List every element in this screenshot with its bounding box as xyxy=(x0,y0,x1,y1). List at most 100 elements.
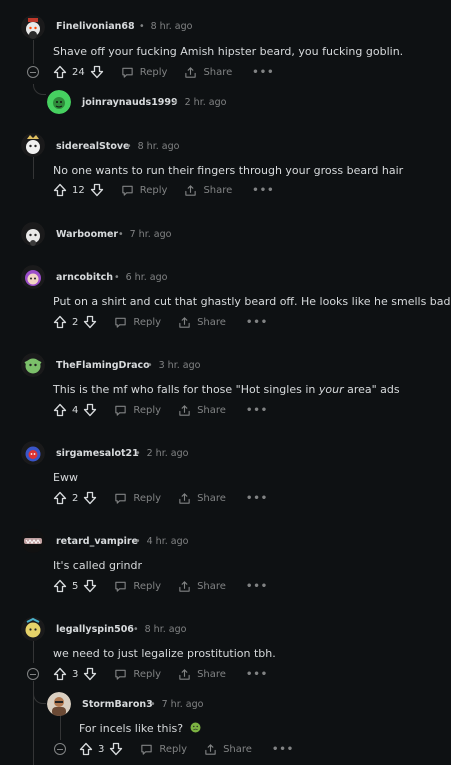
reply-label: Reply xyxy=(139,184,168,196)
avatar[interactable] xyxy=(21,617,45,641)
share-label: Share xyxy=(197,580,226,592)
more-options-button[interactable]: ••• xyxy=(246,405,268,416)
upvote-icon[interactable] xyxy=(53,65,67,79)
nauseated-face-emoji-icon xyxy=(190,722,201,733)
separator: • xyxy=(118,229,124,240)
timestamp[interactable]: 2 hr. ago xyxy=(147,448,189,459)
avatar[interactable] xyxy=(21,133,45,157)
avatar[interactable] xyxy=(21,265,45,289)
downvote-icon[interactable] xyxy=(109,742,123,756)
timestamp[interactable]: 8 hr. ago xyxy=(145,624,187,635)
more-options-button[interactable]: ••• xyxy=(246,669,268,680)
username[interactable]: joinraynauds1999 xyxy=(82,97,178,108)
share-button[interactable]: Share xyxy=(178,668,226,681)
timestamp[interactable]: 3 hr. ago xyxy=(159,360,201,371)
upvote-icon[interactable] xyxy=(53,183,67,197)
avatar[interactable] xyxy=(47,692,71,716)
vote-controls: 12 xyxy=(53,183,104,197)
upvote-icon[interactable] xyxy=(53,491,67,505)
separator: • xyxy=(135,448,141,459)
comment-meta: • 3 hr. ago xyxy=(140,360,200,371)
vote-controls: 4 xyxy=(53,403,97,417)
avatar[interactable] xyxy=(21,441,45,465)
more-options-button[interactable]: ••• xyxy=(246,317,268,328)
reply-button[interactable]: Reply xyxy=(114,404,161,417)
share-button[interactable]: Share xyxy=(204,743,252,756)
comment-actions: 3 Reply Share ••• xyxy=(53,665,268,683)
upvote-icon[interactable] xyxy=(53,403,67,417)
share-button[interactable]: Share xyxy=(178,404,226,417)
share-button[interactable]: Share xyxy=(184,184,232,197)
reply-button[interactable]: Reply xyxy=(114,668,161,681)
username[interactable]: sirgamesalot21 xyxy=(56,448,139,459)
reply-button[interactable]: Reply xyxy=(114,316,161,329)
downvote-icon[interactable] xyxy=(90,65,104,79)
more-options-button[interactable]: ••• xyxy=(252,185,274,196)
reply-label: Reply xyxy=(133,404,162,416)
downvote-icon[interactable] xyxy=(83,579,97,593)
timestamp[interactable]: 8 hr. ago xyxy=(151,21,193,32)
timestamp[interactable]: 8 hr. ago xyxy=(138,141,180,152)
vote-score: 24 xyxy=(72,66,85,78)
avatar[interactable] xyxy=(21,15,45,39)
username[interactable]: TheFlamingDraco xyxy=(56,360,150,371)
more-options-button[interactable]: ••• xyxy=(272,744,294,755)
comment-meta: • 7 hr. ago xyxy=(143,699,203,710)
more-options-button[interactable]: ••• xyxy=(246,493,268,504)
collapse-thread-button[interactable] xyxy=(27,66,39,78)
thread-line xyxy=(33,641,34,663)
separator: • xyxy=(150,699,156,710)
share-label: Share xyxy=(223,743,252,755)
reply-button[interactable]: Reply xyxy=(140,743,187,756)
timestamp[interactable]: 2 hr. ago xyxy=(185,97,227,108)
vote-score: 12 xyxy=(72,184,85,196)
downvote-icon[interactable] xyxy=(83,315,97,329)
collapse-thread-button[interactable] xyxy=(54,743,66,755)
username[interactable]: Warboomer xyxy=(56,229,118,240)
body-text-segment: area" ads xyxy=(343,383,400,396)
share-button[interactable]: Share xyxy=(178,316,226,329)
separator: • xyxy=(139,21,145,32)
reply-label: Reply xyxy=(133,668,162,680)
share-label: Share xyxy=(197,492,226,504)
downvote-icon[interactable] xyxy=(83,667,97,681)
reply-button[interactable]: Reply xyxy=(114,580,161,593)
avatar[interactable] xyxy=(21,529,45,553)
share-button[interactable]: Share xyxy=(184,66,232,79)
comment-actions: 2 Reply Share ••• xyxy=(53,313,268,331)
username[interactable]: arncobitch xyxy=(56,272,113,283)
more-options-button[interactable]: ••• xyxy=(252,67,274,78)
reply-button[interactable]: Reply xyxy=(121,184,168,197)
downvote-icon[interactable] xyxy=(83,491,97,505)
reply-button[interactable]: Reply xyxy=(114,492,161,505)
share-button[interactable]: Share xyxy=(178,492,226,505)
vote-score: 2 xyxy=(72,492,79,504)
comment-actions: 3 Reply Share ••• xyxy=(79,740,294,758)
avatar[interactable] xyxy=(21,353,45,377)
timestamp[interactable]: 4 hr. ago xyxy=(147,536,189,547)
avatar[interactable] xyxy=(21,222,45,246)
collapse-thread-button[interactable] xyxy=(27,668,39,680)
upvote-icon[interactable] xyxy=(53,667,67,681)
timestamp[interactable]: 7 hr. ago xyxy=(130,229,172,240)
more-options-button[interactable]: ••• xyxy=(246,581,268,592)
upvote-icon[interactable] xyxy=(79,742,93,756)
username[interactable]: retard_vampire xyxy=(56,536,138,547)
reply-label: Reply xyxy=(159,743,188,755)
timestamp[interactable]: 7 hr. ago xyxy=(162,699,204,710)
downvote-icon[interactable] xyxy=(83,403,97,417)
username[interactable]: legallyspin506 xyxy=(56,624,134,635)
upvote-icon[interactable] xyxy=(53,315,67,329)
reply-icon xyxy=(114,580,127,593)
separator: • xyxy=(114,272,120,283)
reply-icon xyxy=(121,66,134,79)
timestamp[interactable]: 6 hr. ago xyxy=(126,272,168,283)
comment-actions: 12 Reply Share ••• xyxy=(53,181,274,199)
username[interactable]: Finelivonian68 xyxy=(56,21,135,32)
reply-button[interactable]: Reply xyxy=(121,66,167,79)
share-button[interactable]: Share xyxy=(178,580,226,593)
downvote-icon[interactable] xyxy=(90,183,104,197)
upvote-icon[interactable] xyxy=(53,579,67,593)
share-icon xyxy=(178,668,191,681)
avatar[interactable] xyxy=(47,90,71,114)
